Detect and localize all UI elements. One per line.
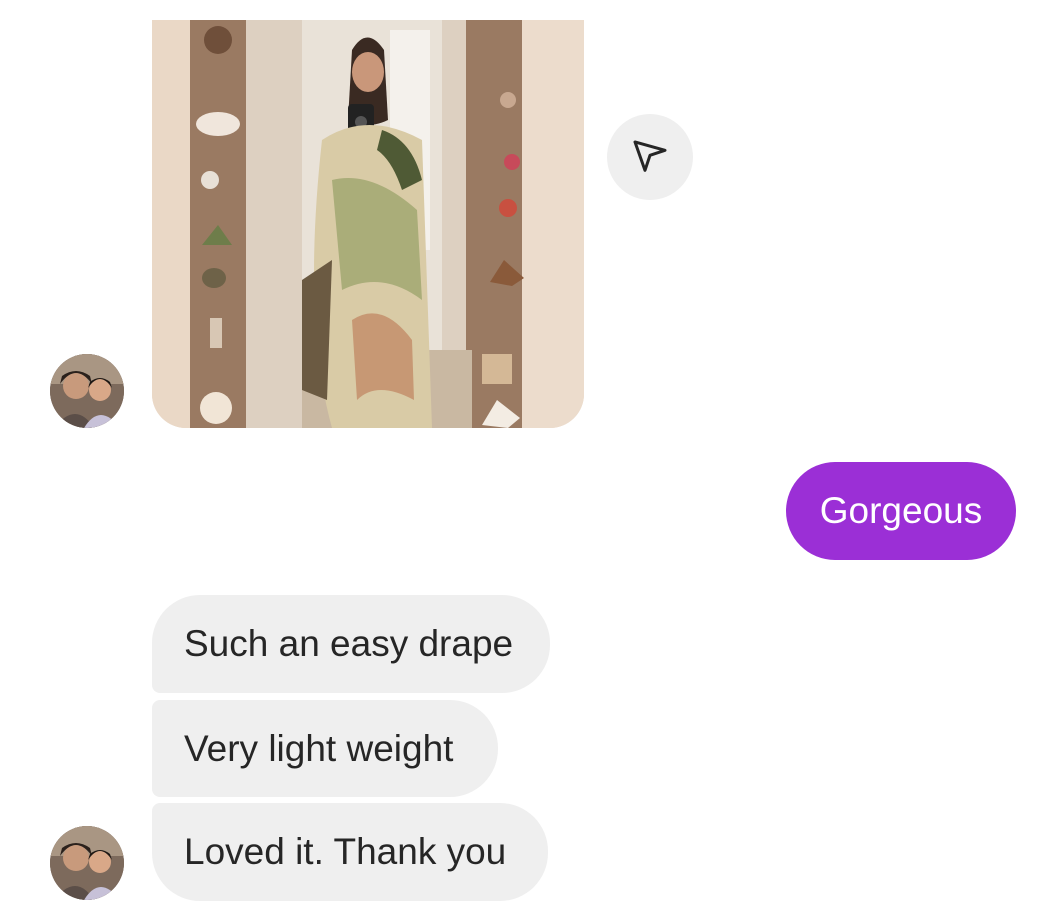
send-icon (633, 140, 667, 172)
received-message-bubble[interactable]: Very light weight (152, 700, 498, 797)
mirror-selfie-image (152, 20, 584, 428)
avatar-image (50, 826, 124, 900)
incoming-photo[interactable] (152, 20, 584, 428)
sent-message-bubble[interactable]: Gorgeous (786, 462, 1016, 560)
received-message-bubble[interactable]: Such an easy drape (152, 595, 550, 693)
message-text: Such an easy drape (184, 623, 514, 664)
message-text: Loved it. Thank you (184, 831, 507, 872)
share-button[interactable] (607, 114, 693, 200)
avatar-image (50, 354, 124, 428)
message-text: Very light weight (184, 727, 454, 769)
message-text: Gorgeous (819, 490, 983, 531)
contact-avatar[interactable] (50, 826, 124, 900)
contact-avatar[interactable] (50, 354, 124, 428)
received-message-bubble[interactable]: Loved it. Thank you (152, 803, 548, 901)
